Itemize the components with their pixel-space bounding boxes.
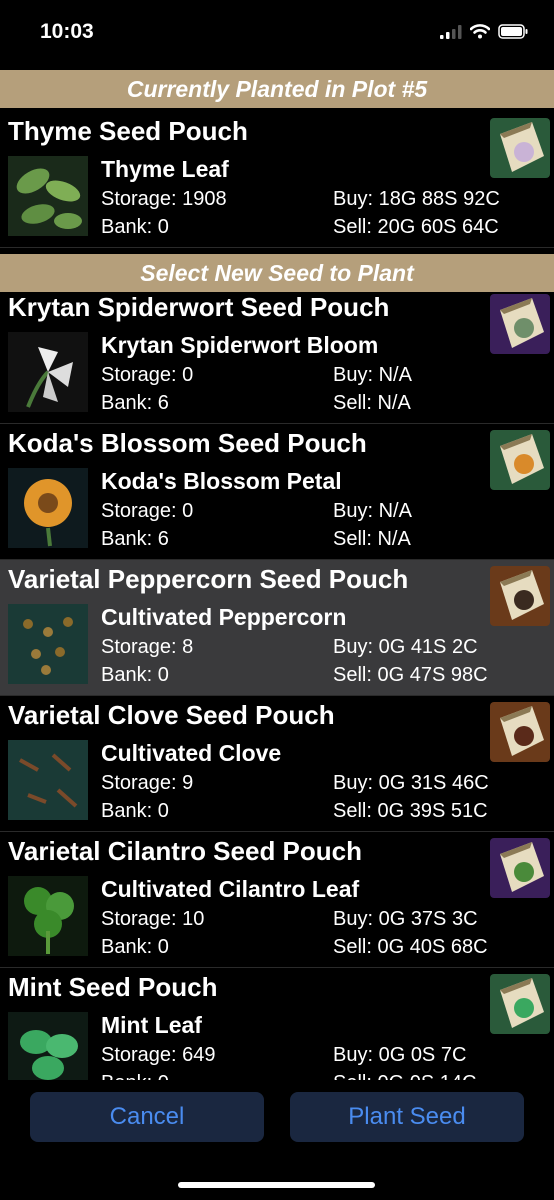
seed-row-cilantro[interactable]: Varietal Cilantro Seed Pouch Cultivated … <box>0 832 554 968</box>
cilantro-leaf-icon <box>8 876 88 956</box>
peppercorn-icon <box>8 604 88 684</box>
buy-price: Buy: 18G 88S 92C <box>333 188 500 210</box>
storage-count: Storage: 9 <box>101 772 194 794</box>
seed-pouch-icon <box>490 118 550 178</box>
sell-price: Sell: 0G 39S 51C <box>333 800 488 822</box>
seed-pouch-icon <box>490 702 550 762</box>
item-name: Koda's Blossom Petal <box>101 468 342 494</box>
buy-price: Buy: N/A <box>333 500 412 522</box>
buy-price: Buy: 0G 0S 7C <box>333 1044 467 1066</box>
plant-seed-button[interactable]: Plant Seed <box>290 1092 524 1142</box>
seed-title: Mint Seed Pouch <box>8 972 218 1002</box>
sell-price: Sell: N/A <box>333 392 411 414</box>
seed-title: Varietal Clove Seed Pouch <box>8 700 335 730</box>
buy-price: Buy: 0G 37S 3C <box>333 908 478 930</box>
bank-count: Bank: 0 <box>101 216 169 238</box>
sell-price: Sell: N/A <box>333 528 411 550</box>
seed-title: Varietal Peppercorn Seed Pouch <box>8 564 409 594</box>
seed-pouch-icon <box>490 838 550 898</box>
sell-price: Sell: 20G 60S 64C <box>333 216 499 238</box>
bank-count: Bank: 6 <box>101 528 169 550</box>
buy-price: Buy: 0G 31S 46C <box>333 772 489 794</box>
bank-count: Bank: 0 <box>101 800 169 822</box>
seed-row-spiderwort[interactable]: Krytan Spiderwort Seed Pouch Krytan Spid… <box>0 288 554 424</box>
buy-price: Buy: N/A <box>333 364 412 386</box>
storage-count: Storage: 10 <box>101 908 205 930</box>
kodas-blossom-petal-icon <box>8 468 88 548</box>
status-icons <box>440 24 528 39</box>
current-plot-header: Currently Planted in Plot #5 <box>0 70 554 108</box>
item-name: Mint Leaf <box>101 1012 202 1038</box>
storage-count: Storage: 0 <box>101 500 194 522</box>
clove-icon <box>8 740 88 820</box>
spiderwort-bloom-icon <box>8 332 88 412</box>
sell-price: Sell: 0G 47S 98C <box>333 664 488 686</box>
storage-count: Storage: 0 <box>101 364 194 386</box>
cancel-button[interactable]: Cancel <box>30 1092 264 1142</box>
bank-count: Bank: 6 <box>101 392 169 414</box>
seed-title: Krytan Spiderwort Seed Pouch <box>8 292 390 322</box>
select-seed-header: Select New Seed to Plant <box>0 254 554 292</box>
seed-pouch-icon <box>490 430 550 490</box>
battery-icon <box>498 24 528 39</box>
seed-pouch-icon <box>490 566 550 626</box>
wifi-icon <box>470 24 490 39</box>
signal-icon <box>440 24 462 39</box>
seed-pouch-icon <box>490 294 550 354</box>
buy-price: Buy: 0G 41S 2C <box>333 636 478 658</box>
item-name: Cultivated Clove <box>101 740 282 766</box>
status-bar: 10:03 <box>0 0 554 68</box>
bank-count: Bank: 0 <box>101 936 169 958</box>
item-name: Thyme Leaf <box>101 156 229 182</box>
seed-title: Koda's Blossom Seed Pouch <box>8 428 367 458</box>
seed-row-clove[interactable]: Varietal Clove Seed Pouch Cultivated Clo… <box>0 696 554 832</box>
footer-bar: Cancel Plant Seed <box>0 1080 554 1200</box>
home-indicator[interactable] <box>178 1182 375 1188</box>
storage-count: Storage: 8 <box>101 636 194 658</box>
seed-title: Varietal Cilantro Seed Pouch <box>8 836 362 866</box>
item-name: Cultivated Peppercorn <box>101 604 347 630</box>
seed-pouch-icon <box>490 974 550 1034</box>
item-name: Krytan Spiderwort Bloom <box>101 332 379 358</box>
current-seed-row: Thyme Seed Pouch Thyme Leaf Storage: 190… <box>0 112 554 248</box>
seed-title: Thyme Seed Pouch <box>8 116 248 146</box>
thyme-leaf-icon <box>8 156 88 236</box>
storage-count: Storage: 649 <box>101 1044 216 1066</box>
sell-price: Sell: 0G 40S 68C <box>333 936 488 958</box>
storage-count: Storage: 1908 <box>101 188 227 210</box>
item-name: Cultivated Cilantro Leaf <box>101 876 360 902</box>
status-time: 10:03 <box>40 20 94 43</box>
bank-count: Bank: 0 <box>101 664 169 686</box>
seed-row-kodas-blossom[interactable]: Koda's Blossom Seed Pouch Koda's Blossom… <box>0 424 554 560</box>
seed-row-peppercorn[interactable]: Varietal Peppercorn Seed Pouch Cultivate… <box>0 560 554 696</box>
